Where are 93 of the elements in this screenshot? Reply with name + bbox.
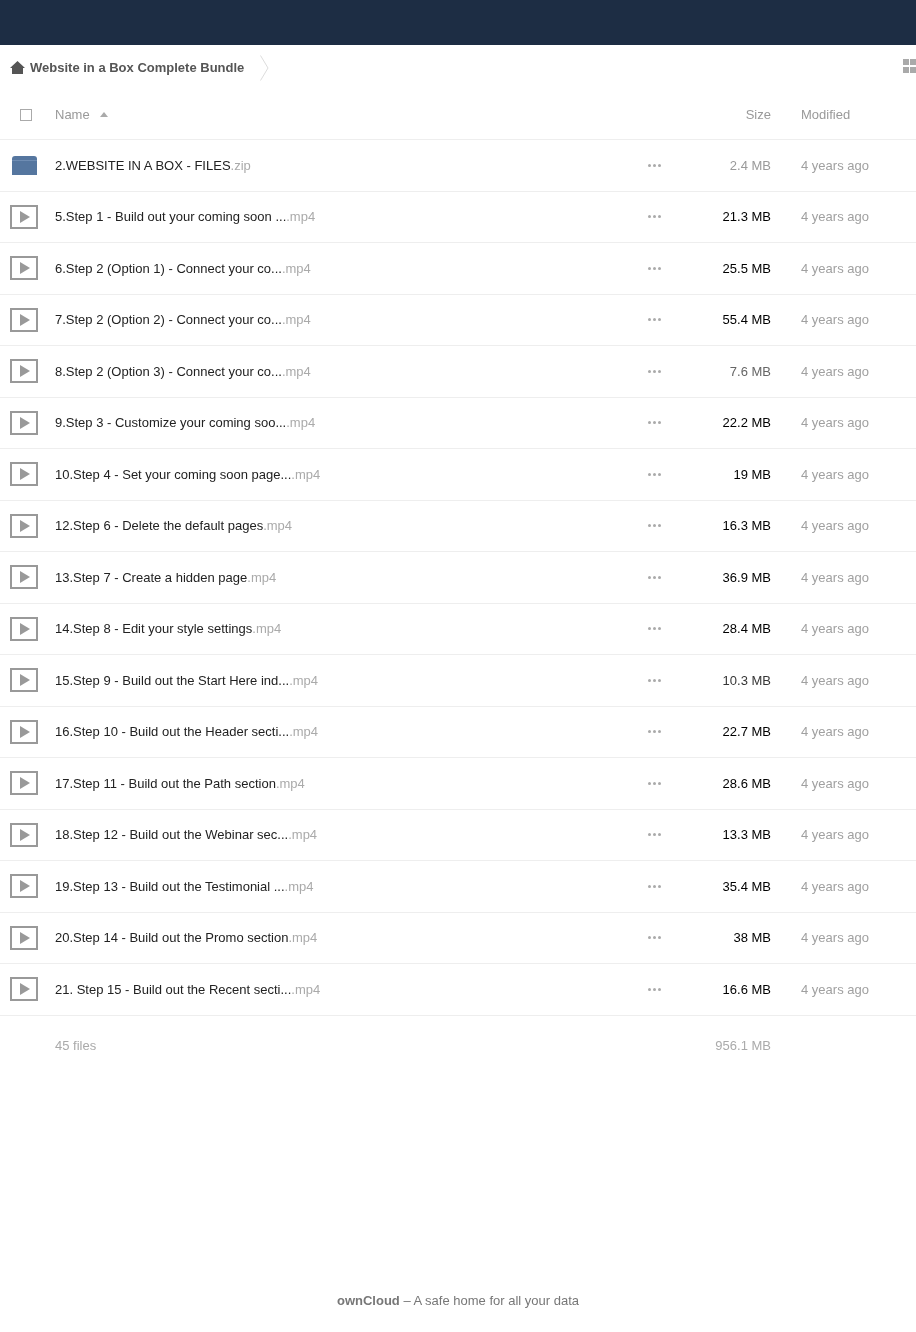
file-name-link[interactable]: 12.Step 6 - Delete the default pages.mp4 [55, 518, 293, 534]
more-icon[interactable] [647, 215, 661, 219]
video-file-icon [10, 874, 38, 899]
file-size: 13.3 MB [722, 827, 771, 843]
video-file-icon [10, 256, 38, 281]
archive-icon [12, 155, 37, 175]
file-size: 16.6 MB [722, 981, 771, 997]
file-size: 36.9 MB [722, 569, 771, 585]
breadcrumb-link[interactable]: Website in a Box Complete Bundle [10, 60, 245, 75]
select-all-checkbox[interactable] [20, 108, 32, 121]
file-size: 22.7 MB [722, 724, 771, 740]
file-name-link[interactable]: 20.Step 14 - Build out the Promo section.mp4 [55, 930, 318, 946]
total-size: 956.1 MB [715, 1038, 771, 1053]
file-name-link[interactable]: 7.Step 2 (Option 2) - Connect your co....mp4 [55, 312, 311, 328]
video-file-icon [10, 977, 38, 1002]
video-file-icon [10, 359, 38, 384]
more-icon[interactable] [647, 575, 661, 579]
more-icon[interactable] [647, 833, 661, 837]
more-icon[interactable] [647, 163, 661, 167]
file-name-link[interactable]: 2.WEBSITE IN A BOX - FILES.zip [55, 157, 251, 173]
video-file-icon [10, 771, 38, 796]
file-name-link[interactable]: 8.Step 2 (Option 3) - Connect your co....mp4 [55, 363, 311, 379]
file-name-link[interactable]: 9.Step 3 - Customize your coming soo....mp4 [55, 415, 316, 431]
more-icon[interactable] [647, 987, 661, 991]
modified-time: 4 years ago [801, 930, 869, 946]
modified-time: 4 years ago [801, 569, 869, 585]
file-name-link[interactable]: 21. Step 15 - Build out the Recent secti....mp4 [55, 981, 321, 997]
video-file-icon [10, 204, 38, 229]
more-icon[interactable] [647, 421, 661, 425]
more-icon[interactable] [647, 318, 661, 322]
modified-time: 4 years ago [801, 518, 869, 534]
file-size: 28.6 MB [722, 775, 771, 791]
more-icon[interactable] [647, 781, 661, 785]
modified-time: 4 years ago [801, 827, 869, 843]
more-icon[interactable] [647, 627, 661, 631]
file-name-link[interactable]: 6.Step 2 (Option 1) - Connect your co....mp4 [55, 260, 311, 276]
modified-time: 4 years ago [801, 415, 869, 431]
file-name-link[interactable]: 18.Step 12 - Build out the Webinar sec....mp4 [55, 827, 318, 843]
grid-view-icon[interactable] [903, 59, 916, 73]
more-icon[interactable] [647, 266, 661, 270]
video-file-icon [10, 410, 38, 435]
more-icon[interactable] [647, 936, 661, 940]
file-name-link[interactable]: 15.Step 9 - Build out the Start Here ind....mp4 [55, 672, 319, 688]
home-icon [10, 61, 25, 74]
file-count: 45 files [55, 1038, 97, 1053]
file-size: 21.3 MB [722, 209, 771, 225]
video-file-icon [10, 462, 38, 487]
modified-time: 4 years ago [801, 981, 869, 997]
more-icon[interactable] [647, 524, 661, 528]
file-size: 25.5 MB [722, 260, 771, 276]
modified-time: 4 years ago [801, 672, 869, 688]
modified-time: 4 years ago [801, 363, 869, 379]
file-size: 7.6 MB [729, 363, 771, 379]
modified-time: 4 years ago [801, 724, 869, 740]
modified-time: 4 years ago [801, 209, 869, 225]
modified-time: 4 years ago [801, 466, 869, 482]
file-size: 2.4 MB [729, 157, 771, 173]
video-file-icon [10, 719, 38, 744]
video-file-icon [10, 925, 38, 950]
file-size: 28.4 MB [722, 621, 771, 637]
file-size: 38 MB [733, 930, 771, 946]
file-name-link[interactable]: 10.Step 4 - Set your coming soon page....mp4 [55, 466, 321, 482]
file-name-link[interactable]: 5.Step 1 - Build out your coming soon ....mp4 [55, 209, 316, 225]
modified-time: 4 years ago [801, 878, 869, 894]
video-file-icon [10, 565, 38, 590]
modified-time: 4 years ago [801, 157, 869, 173]
video-file-icon [10, 616, 38, 641]
more-icon[interactable] [647, 730, 661, 734]
file-size: 19 MB [733, 466, 771, 482]
modified-time: 4 years ago [801, 775, 869, 791]
file-name-link[interactable]: 16.Step 10 - Build out the Header secti....mp4 [55, 724, 319, 740]
more-icon[interactable] [647, 678, 661, 682]
chevron-icon [260, 54, 270, 81]
file-name-link[interactable]: 19.Step 13 - Build out the Testimonial ....mp4 [55, 878, 314, 894]
file-size: 55.4 MB [722, 312, 771, 328]
more-icon[interactable] [647, 369, 661, 373]
modified-time: 4 years ago [801, 260, 869, 276]
file-name-link[interactable]: 17.Step 11 - Build out the Path section.mp4 [55, 775, 305, 791]
file-size: 22.2 MB [722, 415, 771, 431]
video-file-icon [10, 668, 38, 693]
more-icon[interactable] [647, 884, 661, 888]
video-file-icon [10, 822, 38, 847]
file-size: 10.3 MB [722, 672, 771, 688]
file-name-link[interactable]: 14.Step 8 - Edit your style settings.mp4 [55, 621, 282, 637]
footer-text: ownCloud – A safe home for all your data [336, 1292, 580, 1310]
file-name-link[interactable]: 13.Step 7 - Create a hidden page.mp4 [55, 569, 277, 585]
video-file-icon [10, 307, 38, 332]
modified-time: 4 years ago [801, 312, 869, 328]
video-file-icon [10, 513, 38, 538]
modified-time: 4 years ago [801, 621, 869, 637]
file-size: 35.4 MB [722, 878, 771, 894]
file-size: 16.3 MB [722, 518, 771, 534]
more-icon[interactable] [647, 472, 661, 476]
